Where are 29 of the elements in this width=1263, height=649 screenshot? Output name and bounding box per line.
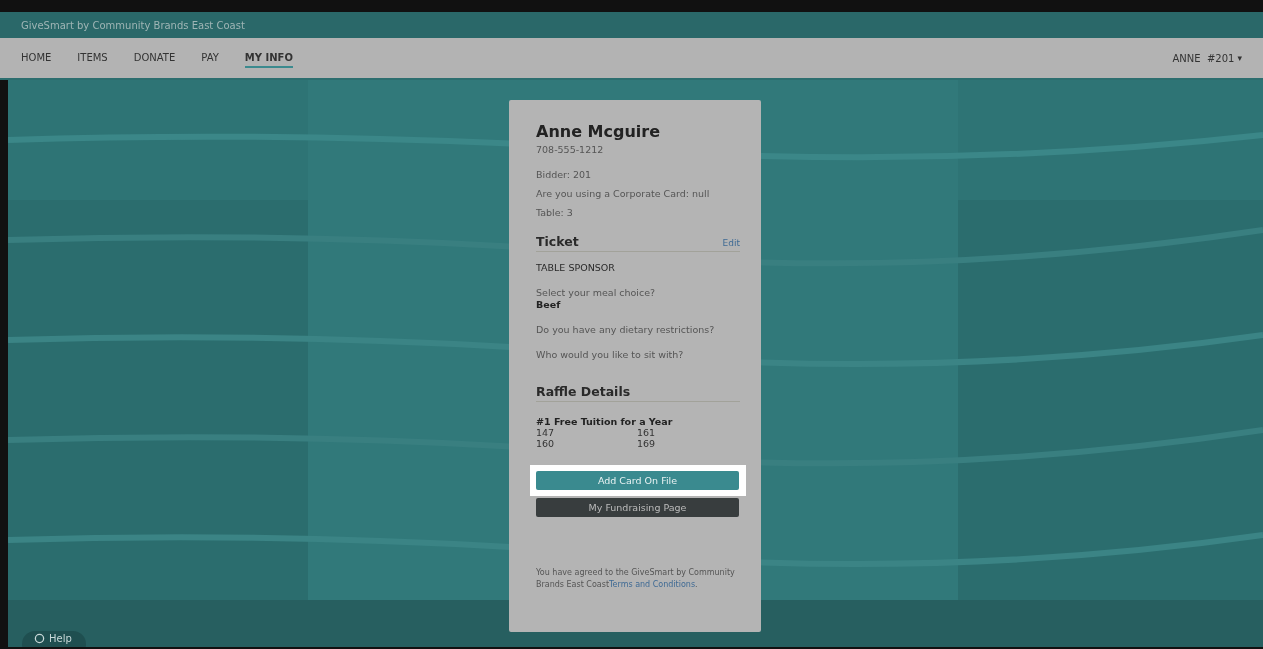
raffle-title: #1 Free Tuition for a Year: [536, 416, 674, 427]
nav-tab[interactable]: ITEMS: [77, 48, 108, 68]
add-card-button[interactable]: Add Card On File: [536, 471, 739, 490]
detail-text: Are you using a Corporate Card: null: [536, 188, 711, 199]
answer-text: Beef: [536, 299, 562, 310]
site-title: GiveSmart by Community Brands East Coast: [21, 19, 245, 31]
terms-text: You have agreed to the GiveSmart by Community Brands East CoastTerms and Conditions.: [536, 567, 736, 591]
detail-text: Table: 3: [536, 207, 574, 218]
phone-number: 708-555-1212: [536, 144, 605, 155]
question-text: Select your meal choice?: [536, 287, 657, 298]
fundraising-button[interactable]: My Fundraising Page: [536, 498, 739, 517]
detail-text: Bidder: 201: [536, 169, 593, 180]
nav-tab[interactable]: PAY: [201, 48, 219, 68]
section-title: Ticket: [536, 234, 580, 249]
person-name: Anne Mcguire: [536, 122, 662, 141]
nav-tab[interactable]: DONATE: [133, 48, 176, 68]
ticket-number: 160: [536, 438, 556, 449]
ticket-number: 161: [637, 427, 657, 438]
nav-tab[interactable]: HOME: [21, 48, 52, 68]
section-title: Raffle Details: [536, 384, 632, 399]
question-text: Who would you like to sit with?: [536, 349, 685, 360]
nav-tab[interactable]: MY INFO: [244, 48, 293, 68]
help-button[interactable]: Help: [22, 631, 86, 647]
user-menu[interactable]: ANNE #201 ▾: [1172, 52, 1242, 64]
caret-icon: ▾: [1237, 53, 1242, 63]
question-text: Do you have any dietary restrictions?: [536, 324, 716, 335]
ticket-type: TABLE SPONSOR: [536, 262, 616, 273]
ticket-number: 147: [536, 427, 556, 438]
ticket-number: 169: [637, 438, 657, 449]
